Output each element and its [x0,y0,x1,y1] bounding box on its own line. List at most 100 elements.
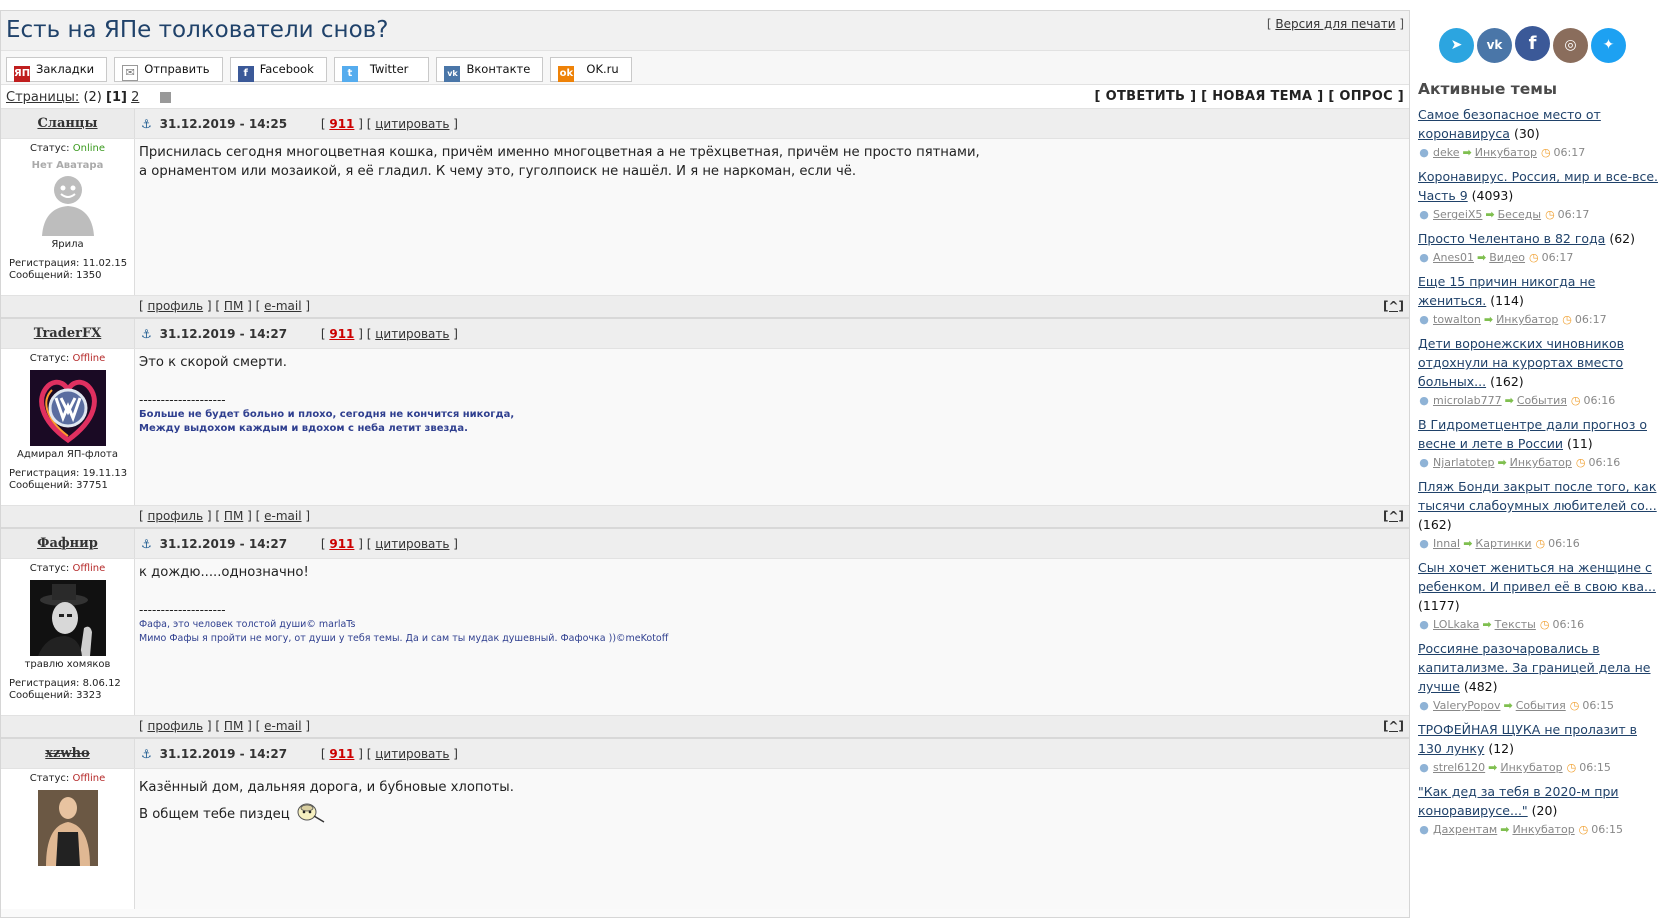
quote-link[interactable]: цитировать [375,117,449,131]
active-topic-link[interactable]: Коронавирус. Россия, мир и все-все. Част… [1418,169,1658,203]
active-topic-time: 06:16 [1583,394,1616,407]
print-version-link[interactable]: [ Версия для печати ] [1267,17,1404,31]
active-topic-link[interactable]: Сын хочет жениться на женщине с ребенком… [1418,560,1656,594]
post-author[interactable]: Сланцы [1,109,135,138]
pages-menu-icon[interactable] [159,92,171,103]
share-vkontakte-button[interactable]: vk Вконтакте [436,57,544,82]
reply-button[interactable]: [ ОТВЕТИТЬ ] [1095,89,1197,104]
post-number[interactable]: 911 [329,747,354,761]
active-topic-link[interactable]: ТРОФЕЙНАЯ ЩУКА не пролазит в 130 лунку [1418,722,1637,756]
active-topic-user[interactable]: Njarlatotep [1433,456,1494,469]
share-toolbar: ЯП Закладки ✉ Отправить f Facebook t Twitter… [1,51,1409,85]
anchor-icon[interactable]: ⚓ [141,537,152,551]
telegram-icon[interactable]: ➤ [1439,28,1474,63]
share-facebook-button[interactable]: f Facebook [229,57,327,82]
active-topic-user[interactable]: Дахрентам [1433,823,1497,836]
instagram-icon[interactable]: ◎ [1553,28,1588,63]
author-link[interactable]: Фафнир [37,536,98,551]
anchor-icon[interactable]: ⚓ [141,747,152,761]
pm-link[interactable]: ПМ [224,299,243,313]
author-link[interactable]: TraderFX [34,326,102,341]
post-number[interactable]: 911 [329,327,354,341]
hat-man-avatar-icon [29,580,106,656]
active-topic-link[interactable]: В Гидрометцентре дали прогноз о весне и … [1418,417,1647,451]
active-topic-link[interactable]: Пляж Бонди закрыт после того, как тысячи… [1418,479,1657,513]
quote-link[interactable]: цитировать [375,327,449,341]
pages-label[interactable]: Страницы: [6,90,79,105]
active-topic-item: Просто Челентано в 82 года (62) ● Anes01 ➡ В… [1418,229,1659,266]
active-topic-link[interactable]: Просто Челентано в 82 года [1418,231,1605,246]
share-send-button[interactable]: ✉ Отправить [114,57,223,82]
anchor-icon[interactable]: ⚓ [141,117,152,131]
scroll-top-link[interactable]: [^] [1383,509,1404,523]
active-topic-user[interactable]: SergeiX5 [1433,208,1482,221]
print-version-anchor[interactable]: Версия для печати [1275,17,1395,31]
share-send-label: Отправить [144,62,210,76]
page-2-link[interactable]: 2 [131,90,139,105]
author-link[interactable]: xzwho [45,746,89,761]
active-topic-title-row: Пляж Бонди закрыт после того, как тысячи… [1418,477,1659,534]
active-topic-user[interactable]: LOLkaka [1433,618,1479,631]
post-author[interactable]: Фафнир [1,529,135,558]
active-topic-user[interactable]: InnaI [1433,537,1460,550]
sidebar: ➤ vk f ◎ ✦ Активные темы Самое безопасное ме… [1418,0,1659,918]
email-link[interactable]: e-mail [264,719,301,733]
active-topic-user[interactable]: deke [1433,146,1460,159]
email-link[interactable]: e-mail [264,509,301,523]
post-header: TraderFX ⚓ 31.12.2019 - 14:27 [ 911 ] [ … [1,319,1409,349]
vk-icon[interactable]: vk [1477,28,1512,63]
poll-button[interactable]: [ ОПРОС ] [1328,89,1404,104]
facebook-icon[interactable]: f [1515,26,1550,61]
active-topic-forum[interactable]: Инкубатор [1496,313,1558,326]
profile-link[interactable]: профиль [148,299,204,313]
scroll-top-link[interactable]: [^] [1383,299,1404,313]
active-topic-user[interactable]: towalton [1433,313,1481,326]
active-topic-link[interactable]: "Как дед за тебя в 2020-м при коноравиру… [1418,784,1619,818]
post-meta: ⚓ 31.12.2019 - 14:27 [ 911 ] [ цитироват… [141,327,458,341]
quote-link[interactable]: цитировать [375,747,449,761]
post-author[interactable]: xzwho [1,739,135,768]
pm-link[interactable]: ПМ [224,509,243,523]
avatar: Нет Аватара [29,160,106,236]
user-profile-panel: Статус: Offline [1,769,135,909]
active-topic-item: Коронавирус. Россия, мир и все-все. Част… [1418,167,1659,223]
active-topic-user[interactable]: ValeryPopov [1433,699,1500,712]
active-topic-title-row: "Как дед за тебя в 2020-м при коноравиру… [1418,782,1659,820]
active-topic-user[interactable]: strel6120 [1433,761,1485,774]
active-topic-title-row: Россияне разочаровались в капитализме. З… [1418,639,1659,696]
active-topic-forum[interactable]: Тексты [1495,618,1536,631]
active-topic-forum[interactable]: Инкубатор [1512,823,1574,836]
active-topic-forum[interactable]: Беседы [1498,208,1541,221]
page-current: [1] [106,90,127,105]
active-topic-user[interactable]: microlab777 [1433,394,1502,407]
pm-link[interactable]: ПМ [224,719,243,733]
active-topic-user[interactable]: Anes01 [1433,251,1474,264]
active-topic-title-row: В Гидрометцентре дали прогноз о весне и … [1418,415,1659,453]
profile-link[interactable]: профиль [148,509,204,523]
active-topic-link[interactable]: Россияне разочаровались в капитализме. З… [1418,641,1651,694]
active-topic-forum[interactable]: Видео [1489,251,1525,264]
active-topic-forum[interactable]: События [1516,699,1566,712]
twitter-icon[interactable]: ✦ [1591,28,1626,63]
active-topic-forum[interactable]: Инкубатор [1510,456,1572,469]
post-footer-links: [ профиль ] [ ПМ ] [ e-mail ] [139,299,311,313]
post-number[interactable]: 911 [329,117,354,131]
new-topic-button[interactable]: [ НОВАЯ ТЕМА ] [1201,89,1323,104]
post-number[interactable]: 911 [329,537,354,551]
email-link[interactable]: e-mail [264,299,301,313]
active-topic-forum[interactable]: Картинки [1475,537,1531,550]
active-topic-forum[interactable]: События [1517,394,1567,407]
active-topic-link[interactable]: Самое безопасное место от коронавируса [1418,107,1601,141]
active-topic-forum[interactable]: Инкубатор [1475,146,1537,159]
share-vkontakte-label: Вконтакте [466,62,531,76]
author-link[interactable]: Сланцы [37,116,97,131]
active-topic-forum[interactable]: Инкубатор [1500,761,1562,774]
share-okru-button[interactable]: ok OK.ru [550,57,633,82]
share-twitter-button[interactable]: t Twitter [333,57,430,82]
anchor-icon[interactable]: ⚓ [141,327,152,341]
scroll-top-link[interactable]: [^] [1383,719,1404,733]
post-author[interactable]: TraderFX [1,319,135,348]
profile-link[interactable]: профиль [148,719,204,733]
quote-link[interactable]: цитировать [375,537,449,551]
share-bookmarks-button[interactable]: ЯП Закладки [6,57,108,82]
